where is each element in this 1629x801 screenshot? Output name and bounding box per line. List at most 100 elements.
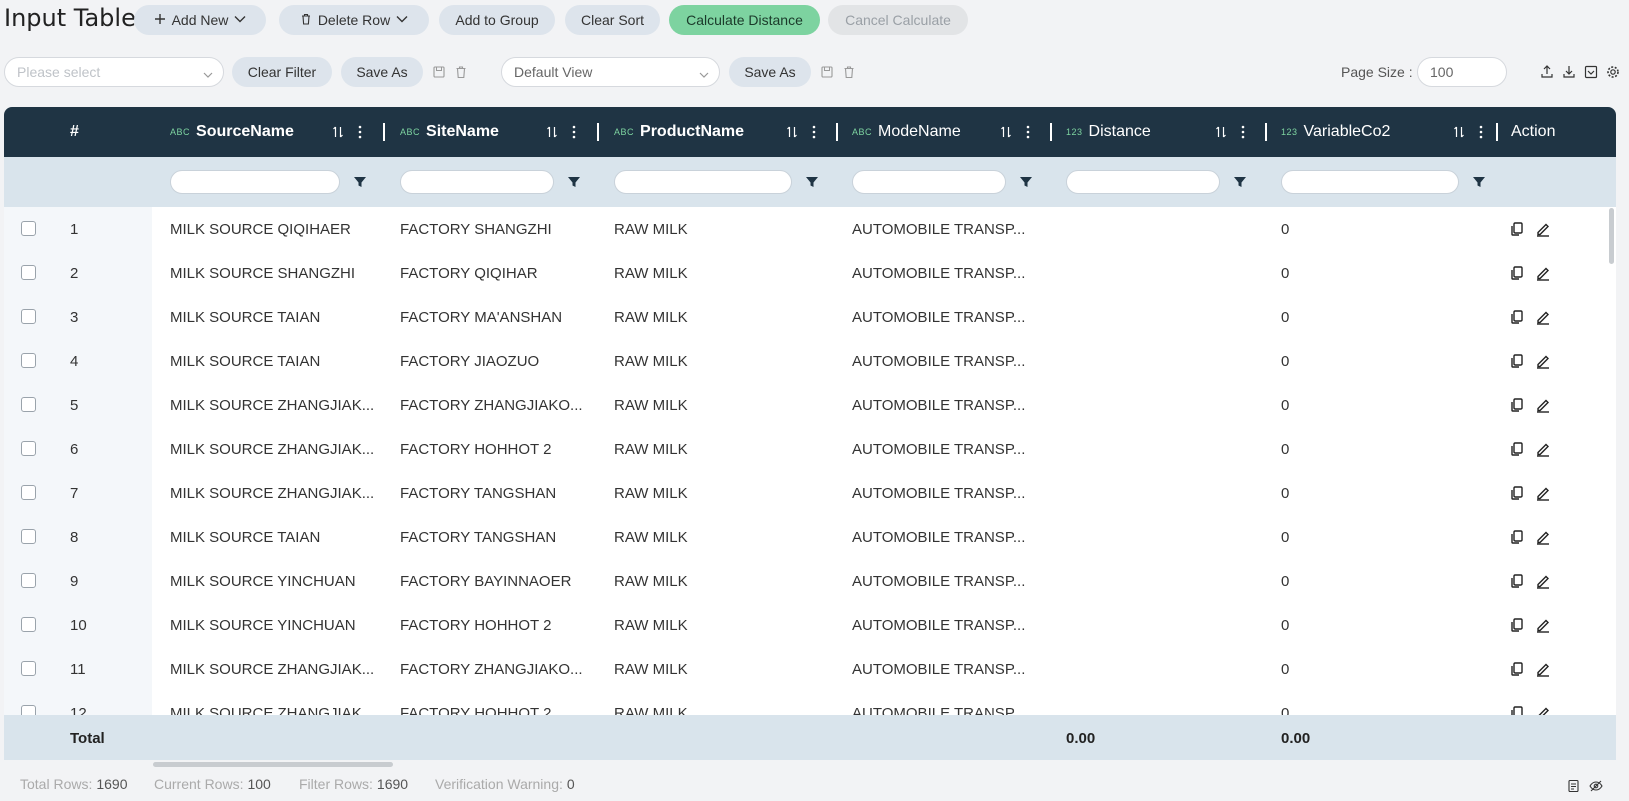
row-checkbox[interactable]	[21, 705, 36, 715]
column-menu-icon[interactable]	[572, 125, 576, 139]
column-resize-handle[interactable]	[836, 123, 838, 141]
row-checkbox[interactable]	[21, 397, 36, 412]
row-checkbox[interactable]	[21, 353, 36, 368]
sitename-filter-input[interactable]	[400, 170, 554, 194]
copy-icon[interactable]	[1509, 529, 1525, 545]
copy-icon[interactable]	[1509, 705, 1525, 715]
column-resize-handle[interactable]	[1496, 123, 1498, 141]
row-checkbox[interactable]	[21, 309, 36, 324]
table-row[interactable]: 6 MILK SOURCE ZHANGJIAK... FACTORY HOHHOT …	[4, 427, 1616, 471]
column-menu-icon[interactable]	[358, 125, 362, 139]
table-row[interactable]: 11 MILK SOURCE ZHANGJIAK... FACTORY ZHANGJ…	[4, 647, 1616, 691]
filter-funnel-icon[interactable]	[1233, 175, 1247, 189]
settings-gear-icon[interactable]	[1606, 65, 1620, 79]
page-size-input[interactable]: 100	[1417, 57, 1507, 87]
column-resize-handle[interactable]	[597, 123, 599, 141]
column-menu-icon[interactable]	[1479, 125, 1483, 139]
copy-icon[interactable]	[1509, 617, 1525, 633]
delete-row-button[interactable]: Delete Row	[279, 5, 429, 35]
vertical-scrollbar[interactable]	[1609, 208, 1614, 264]
export-icon[interactable]	[1540, 65, 1554, 79]
column-header-modename[interactable]: ABC ModeName	[852, 107, 1067, 157]
copy-icon[interactable]	[1509, 353, 1525, 369]
column-resize-handle[interactable]	[1050, 123, 1052, 141]
column-select-icon[interactable]	[1584, 65, 1598, 79]
copy-icon[interactable]	[1509, 661, 1525, 677]
cancel-calculate-button[interactable]: Cancel Calculate	[828, 5, 968, 35]
table-row[interactable]: 5 MILK SOURCE ZHANGJIAK... FACTORY ZHANGJI…	[4, 383, 1616, 427]
clear-filter-button[interactable]: Clear Filter	[232, 57, 332, 87]
sort-icon[interactable]	[546, 125, 558, 139]
column-menu-icon[interactable]	[1026, 125, 1030, 139]
table-row[interactable]: 7 MILK SOURCE ZHANGJIAK... FACTORY TANGSHA…	[4, 471, 1616, 515]
copy-icon[interactable]	[1509, 265, 1525, 281]
filter-funnel-icon[interactable]	[1019, 175, 1033, 189]
download-icon[interactable]	[1562, 65, 1576, 79]
row-checkbox[interactable]	[21, 221, 36, 236]
modename-filter-input[interactable]	[852, 170, 1006, 194]
edit-pencil-icon[interactable]	[1535, 265, 1551, 281]
edit-pencil-icon[interactable]	[1535, 573, 1551, 589]
edit-pencil-icon[interactable]	[1535, 397, 1551, 413]
copy-icon[interactable]	[1509, 441, 1525, 457]
variableco2-filter-input[interactable]	[1281, 170, 1459, 194]
row-checkbox[interactable]	[21, 661, 36, 676]
row-checkbox[interactable]	[21, 573, 36, 588]
trash-icon[interactable]	[842, 65, 856, 79]
edit-pencil-icon[interactable]	[1535, 353, 1551, 369]
filter-funnel-icon[interactable]	[1472, 175, 1486, 189]
copy-icon[interactable]	[1509, 397, 1525, 413]
clear-sort-button[interactable]: Clear Sort	[565, 5, 660, 35]
sort-icon[interactable]	[1000, 125, 1012, 139]
row-checkbox[interactable]	[21, 441, 36, 456]
report-icon[interactable]	[1567, 779, 1581, 793]
save-icon[interactable]	[432, 65, 446, 79]
row-checkbox[interactable]	[21, 485, 36, 500]
table-row[interactable]: 3 MILK SOURCE TAIAN FACTORY MA'ANSHAN RAW M…	[4, 295, 1616, 339]
copy-icon[interactable]	[1509, 221, 1525, 237]
row-checkbox[interactable]	[21, 617, 36, 632]
copy-icon[interactable]	[1509, 485, 1525, 501]
table-row[interactable]: 12 MILK SOURCE ZHANGJIAK... FACTORY HOHHOT…	[4, 691, 1616, 715]
copy-icon[interactable]	[1509, 309, 1525, 325]
save-icon[interactable]	[820, 65, 834, 79]
column-header-variableco2[interactable]: 123 VariableCo2	[1281, 107, 1506, 157]
horizontal-scrollbar[interactable]	[153, 762, 393, 767]
table-row[interactable]: 4 MILK SOURCE TAIAN FACTORY JIAOZUO RAW MIL…	[4, 339, 1616, 383]
add-new-button[interactable]: Add New	[134, 5, 266, 35]
hide-eye-icon[interactable]	[1589, 779, 1603, 793]
column-header-distance[interactable]: 123 Distance	[1066, 107, 1281, 157]
distance-filter-input[interactable]	[1066, 170, 1220, 194]
save-filter-as-button[interactable]: Save As	[341, 57, 423, 87]
sourcename-filter-input[interactable]	[170, 170, 340, 194]
productname-filter-input[interactable]	[614, 170, 792, 194]
sort-icon[interactable]	[1215, 125, 1227, 139]
column-resize-handle[interactable]	[383, 123, 385, 141]
table-row[interactable]: 1 MILK SOURCE QIQIHAER FACTORY SHANGZHI RAW…	[4, 207, 1616, 251]
edit-pencil-icon[interactable]	[1535, 485, 1551, 501]
sort-icon[interactable]	[786, 125, 798, 139]
trash-icon[interactable]	[454, 65, 468, 79]
column-header-sourcename[interactable]: ABC SourceName	[170, 107, 385, 157]
edit-pencil-icon[interactable]	[1535, 661, 1551, 677]
sort-icon[interactable]	[1453, 125, 1465, 139]
filter-funnel-icon[interactable]	[567, 175, 581, 189]
table-row[interactable]: 10 MILK SOURCE YINCHUAN FACTORY HOHHOT 2 RA…	[4, 603, 1616, 647]
view-select[interactable]: Default View	[501, 57, 720, 87]
add-to-group-button[interactable]: Add to Group	[439, 5, 555, 35]
column-menu-icon[interactable]	[1241, 125, 1245, 139]
filter-funnel-icon[interactable]	[353, 175, 367, 189]
edit-pencil-icon[interactable]	[1535, 309, 1551, 325]
column-resize-handle[interactable]	[1265, 123, 1267, 141]
edit-pencil-icon[interactable]	[1535, 617, 1551, 633]
save-view-as-button[interactable]: Save As	[729, 57, 811, 87]
filter-funnel-icon[interactable]	[805, 175, 819, 189]
table-row[interactable]: 8 MILK SOURCE TAIAN FACTORY TANGSHAN RAW MI…	[4, 515, 1616, 559]
column-menu-icon[interactable]	[812, 125, 816, 139]
edit-pencil-icon[interactable]	[1535, 529, 1551, 545]
column-header-productname[interactable]: ABC ProductName	[614, 107, 844, 157]
column-header-sitename[interactable]: ABC SiteName	[400, 107, 615, 157]
copy-icon[interactable]	[1509, 573, 1525, 589]
edit-pencil-icon[interactable]	[1535, 441, 1551, 457]
table-row[interactable]: 9 MILK SOURCE YINCHUAN FACTORY BAYINNAOER R…	[4, 559, 1616, 603]
